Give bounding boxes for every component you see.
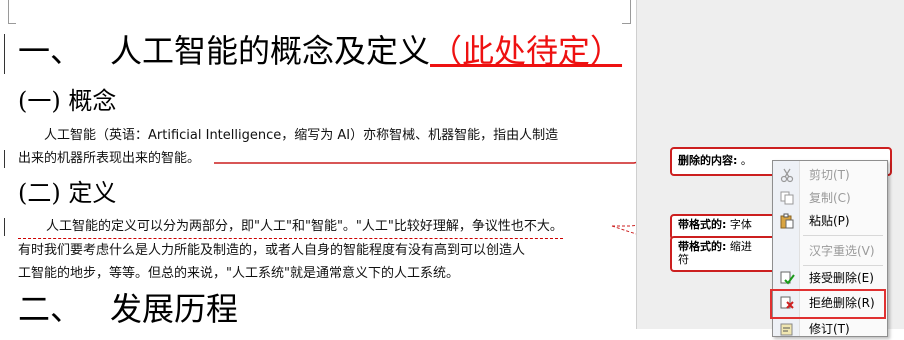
menu-item-track-changes[interactable]: 修订(T) (773, 318, 887, 340)
menu-item-accept-deletion[interactable]: 接受删除(E) (773, 267, 887, 289)
menu-item-cut[interactable]: 剪切(T) (773, 164, 887, 186)
menu-separator (803, 235, 883, 236)
menu-separator (803, 265, 883, 266)
menu-item-reconvert[interactable]: 汉字重选(V) (773, 240, 887, 262)
menu-item-label: 接受删除(E) (809, 271, 874, 285)
format-balloon[interactable]: 带格式的: 缩进 符 (670, 236, 782, 272)
connector-line (214, 153, 673, 164)
balloon-label: 带格式的: (678, 240, 727, 253)
balloon-content: 字体 (729, 218, 752, 231)
highlight-box (770, 289, 886, 319)
menu-item-label: 粘贴(P) (809, 214, 850, 228)
scissors-icon (780, 168, 794, 183)
accept-icon (780, 271, 795, 285)
balloon-content: 缩进 (729, 240, 752, 253)
menu-item-label: 修订(T) (809, 322, 850, 336)
track-changes-icon (780, 323, 793, 336)
paste-icon (780, 213, 794, 229)
menu-item-label: 复制(C) (809, 191, 851, 205)
menu-item-copy[interactable]: 复制(C) (773, 187, 887, 209)
menu-item-label: 剪切(T) (809, 168, 850, 182)
menu-item-label: 汉字重选(V) (809, 244, 875, 258)
balloon-label: 带格式的: (678, 218, 727, 231)
menu-item-paste[interactable]: 粘贴(P) (773, 210, 887, 232)
balloon-label: 删除的内容: (678, 154, 738, 167)
copy-icon (780, 191, 794, 205)
balloon-content: 。 (740, 154, 752, 167)
balloon-content: 符 (678, 253, 689, 266)
